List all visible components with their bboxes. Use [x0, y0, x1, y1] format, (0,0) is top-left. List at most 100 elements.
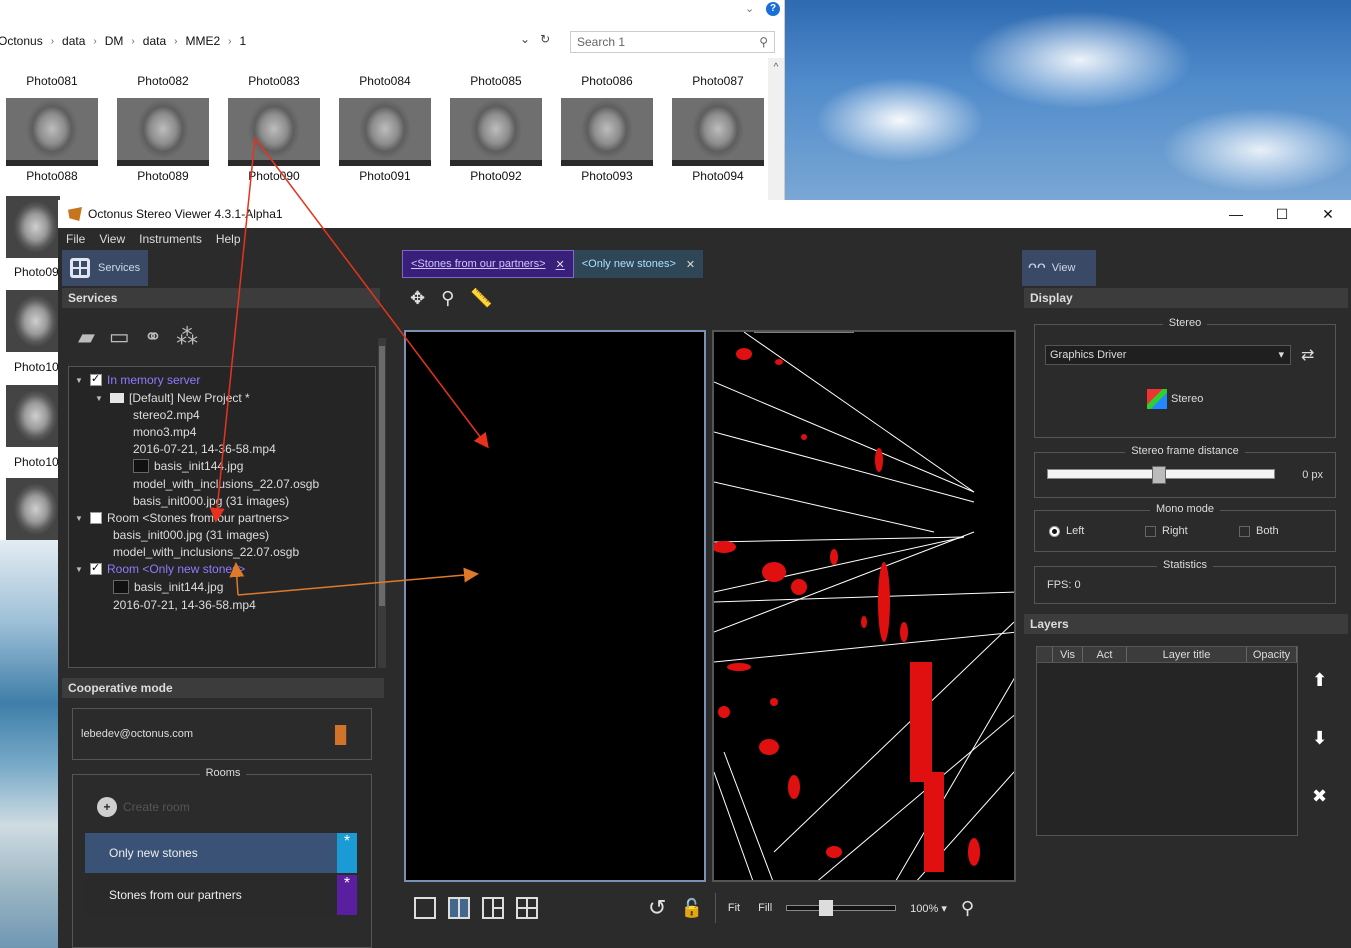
- checkbox[interactable]: [90, 372, 102, 386]
- open-folder-icon[interactable]: ▰: [78, 324, 95, 350]
- folder-outline-icon[interactable]: ▭: [109, 324, 130, 350]
- create-room-button[interactable]: + Create room: [97, 797, 190, 817]
- tree-item[interactable]: ▼ [Default] New Project *: [95, 391, 250, 405]
- file-thumb[interactable]: Photo084: [339, 58, 431, 88]
- move-layer-up-button[interactable]: ⬆: [1312, 670, 1327, 691]
- dropdown-chevron-icon[interactable]: ⌄: [520, 32, 530, 46]
- photo-thumbnail[interactable]: [6, 196, 60, 258]
- move-layer-down-button[interactable]: ⬇: [1312, 728, 1327, 749]
- file-thumb[interactable]: Photo088: [6, 98, 98, 183]
- scrollbar[interactable]: [378, 338, 386, 668]
- tree-item[interactable]: 2016-07-21, 14-36-58.mp4: [113, 598, 256, 612]
- layout-single-button[interactable]: [414, 897, 436, 919]
- tree-item[interactable]: basis_init000.jpg (31 images): [133, 494, 289, 508]
- layout-quad-button[interactable]: [516, 897, 538, 919]
- tab-only-new-stones[interactable]: <Only new stones> ✕: [573, 250, 704, 278]
- close-button[interactable]: ✕: [1305, 200, 1351, 228]
- checkbox-right[interactable]: Right: [1145, 525, 1188, 537]
- menu-view[interactable]: View: [99, 232, 125, 246]
- tree-item[interactable]: mono3.mp4: [133, 425, 196, 439]
- column-opacity[interactable]: Opacity: [1247, 647, 1297, 662]
- menu-help[interactable]: Help: [216, 232, 241, 246]
- room-item-stones-from-partners[interactable]: Stones from our partners *: [85, 875, 357, 915]
- search-input[interactable]: Search 1 ⚲: [570, 31, 775, 53]
- tree-item[interactable]: model_with_inclusions_22.07.osgb: [113, 545, 299, 559]
- layout-split-three-button[interactable]: [482, 897, 504, 919]
- close-icon[interactable]: ✕: [556, 258, 565, 271]
- delete-layer-button[interactable]: ✖: [1312, 786, 1327, 807]
- file-thumb[interactable]: Photo081: [6, 58, 98, 88]
- tree-item[interactable]: model_with_inclusions_22.07.osgb: [133, 477, 319, 491]
- graphics-driver-select[interactable]: Graphics Driver: [1045, 345, 1291, 365]
- title-bar[interactable]: Octonus Stereo Viewer 4.3.1-Alpha1 — ☐ ✕: [58, 200, 1351, 228]
- zoom-level-select[interactable]: 100% ▾: [910, 902, 947, 915]
- file-thumb[interactable]: Photo090: [228, 98, 320, 183]
- tree-item[interactable]: ▼ Room <Stones from our partners>: [75, 511, 289, 525]
- zoom-fit-icon[interactable]: ⚲: [961, 898, 974, 919]
- unlink-icon[interactable]: ⁂: [176, 324, 198, 350]
- column-layer-title[interactable]: Layer title: [1127, 647, 1247, 662]
- link-icon[interactable]: ⚭: [144, 324, 162, 350]
- tree-item[interactable]: basis_init144.jpg: [133, 459, 243, 473]
- radio-left[interactable]: Left: [1049, 525, 1084, 537]
- tree-item[interactable]: ▼Room <Only new stones>: [75, 561, 245, 576]
- expand-arrow-icon[interactable]: ▼: [75, 514, 85, 523]
- expand-arrow-icon[interactable]: ▼: [75, 565, 85, 574]
- viewport-left[interactable]: [404, 330, 706, 882]
- photo-thumbnail[interactable]: [6, 478, 60, 540]
- breadcrumb-item[interactable]: Octonus: [0, 34, 43, 48]
- menu-file[interactable]: File: [66, 232, 85, 246]
- checkbox[interactable]: [90, 561, 102, 575]
- layout-split-vertical-button[interactable]: [448, 897, 470, 919]
- file-thumb[interactable]: Photo094: [672, 98, 764, 183]
- file-thumb[interactable]: Photo089: [117, 98, 209, 183]
- frame-distance-slider[interactable]: [1047, 466, 1275, 484]
- viewport-right[interactable]: [712, 330, 1016, 882]
- tree-item[interactable]: basis_init144.jpg: [113, 580, 223, 594]
- zoom-slider[interactable]: [786, 900, 897, 916]
- photo-thumbnail[interactable]: [6, 290, 60, 352]
- photo-thumbnail[interactable]: [6, 385, 60, 447]
- move-icon[interactable]: ✥: [410, 288, 425, 309]
- zoom-slider-thumb[interactable]: [819, 900, 834, 916]
- lock-icon[interactable]: 🔓: [680, 898, 702, 919]
- tree-item[interactable]: ▼In memory server: [75, 372, 200, 387]
- refresh-icon[interactable]: ↻: [540, 32, 550, 46]
- tab-services[interactable]: Services: [62, 250, 149, 286]
- checkbox[interactable]: [90, 512, 102, 524]
- file-thumb[interactable]: Photo086: [561, 58, 653, 88]
- room-item-only-new-stones[interactable]: Only new stones *: [85, 833, 357, 873]
- reset-rotation-icon[interactable]: ↺: [648, 895, 666, 921]
- breadcrumb-item[interactable]: MME2: [185, 34, 220, 48]
- file-thumb[interactable]: Photo091: [339, 98, 431, 183]
- fill-button[interactable]: Fill: [758, 902, 772, 914]
- checkbox-both[interactable]: Both: [1239, 525, 1279, 537]
- file-thumb[interactable]: Photo082: [117, 58, 209, 88]
- scrollbar[interactable]: ^: [768, 58, 784, 200]
- chevron-down-icon[interactable]: ⌄: [745, 2, 754, 15]
- scroll-up-icon[interactable]: ^: [768, 62, 784, 73]
- tree-item[interactable]: basis_init000.jpg (31 images): [113, 528, 269, 542]
- tab-view[interactable]: ᴖᴖ View: [1022, 250, 1096, 286]
- breadcrumb-item[interactable]: DM: [105, 34, 124, 48]
- minimize-button[interactable]: —: [1213, 200, 1259, 228]
- expand-arrow-icon[interactable]: ▼: [95, 394, 105, 403]
- column-act[interactable]: Act: [1083, 647, 1127, 662]
- maximize-button[interactable]: ☐: [1259, 200, 1305, 228]
- close-icon[interactable]: ✕: [686, 258, 695, 271]
- file-thumb[interactable]: Photo087: [672, 58, 764, 88]
- zoom-icon[interactable]: ⚲: [441, 288, 454, 309]
- file-thumb[interactable]: Photo092: [450, 98, 542, 183]
- tree-item[interactable]: stereo2.mp4: [133, 408, 200, 422]
- tree-item[interactable]: 2016-07-21, 14-36-58.mp4: [133, 442, 276, 456]
- expand-arrow-icon[interactable]: ▼: [75, 376, 85, 385]
- slider-thumb[interactable]: [1152, 466, 1166, 484]
- tab-stones-from-partners[interactable]: <Stones from our partners> ✕: [402, 250, 574, 278]
- breadcrumb-item[interactable]: 1: [239, 34, 246, 48]
- breadcrumb-item[interactable]: data: [143, 34, 166, 48]
- ruler-icon[interactable]: 📏: [470, 288, 492, 309]
- menu-instruments[interactable]: Instruments: [139, 232, 202, 246]
- fit-button[interactable]: Fit: [728, 902, 740, 914]
- breadcrumb-item[interactable]: data: [62, 34, 85, 48]
- file-thumb[interactable]: Photo083: [228, 58, 320, 88]
